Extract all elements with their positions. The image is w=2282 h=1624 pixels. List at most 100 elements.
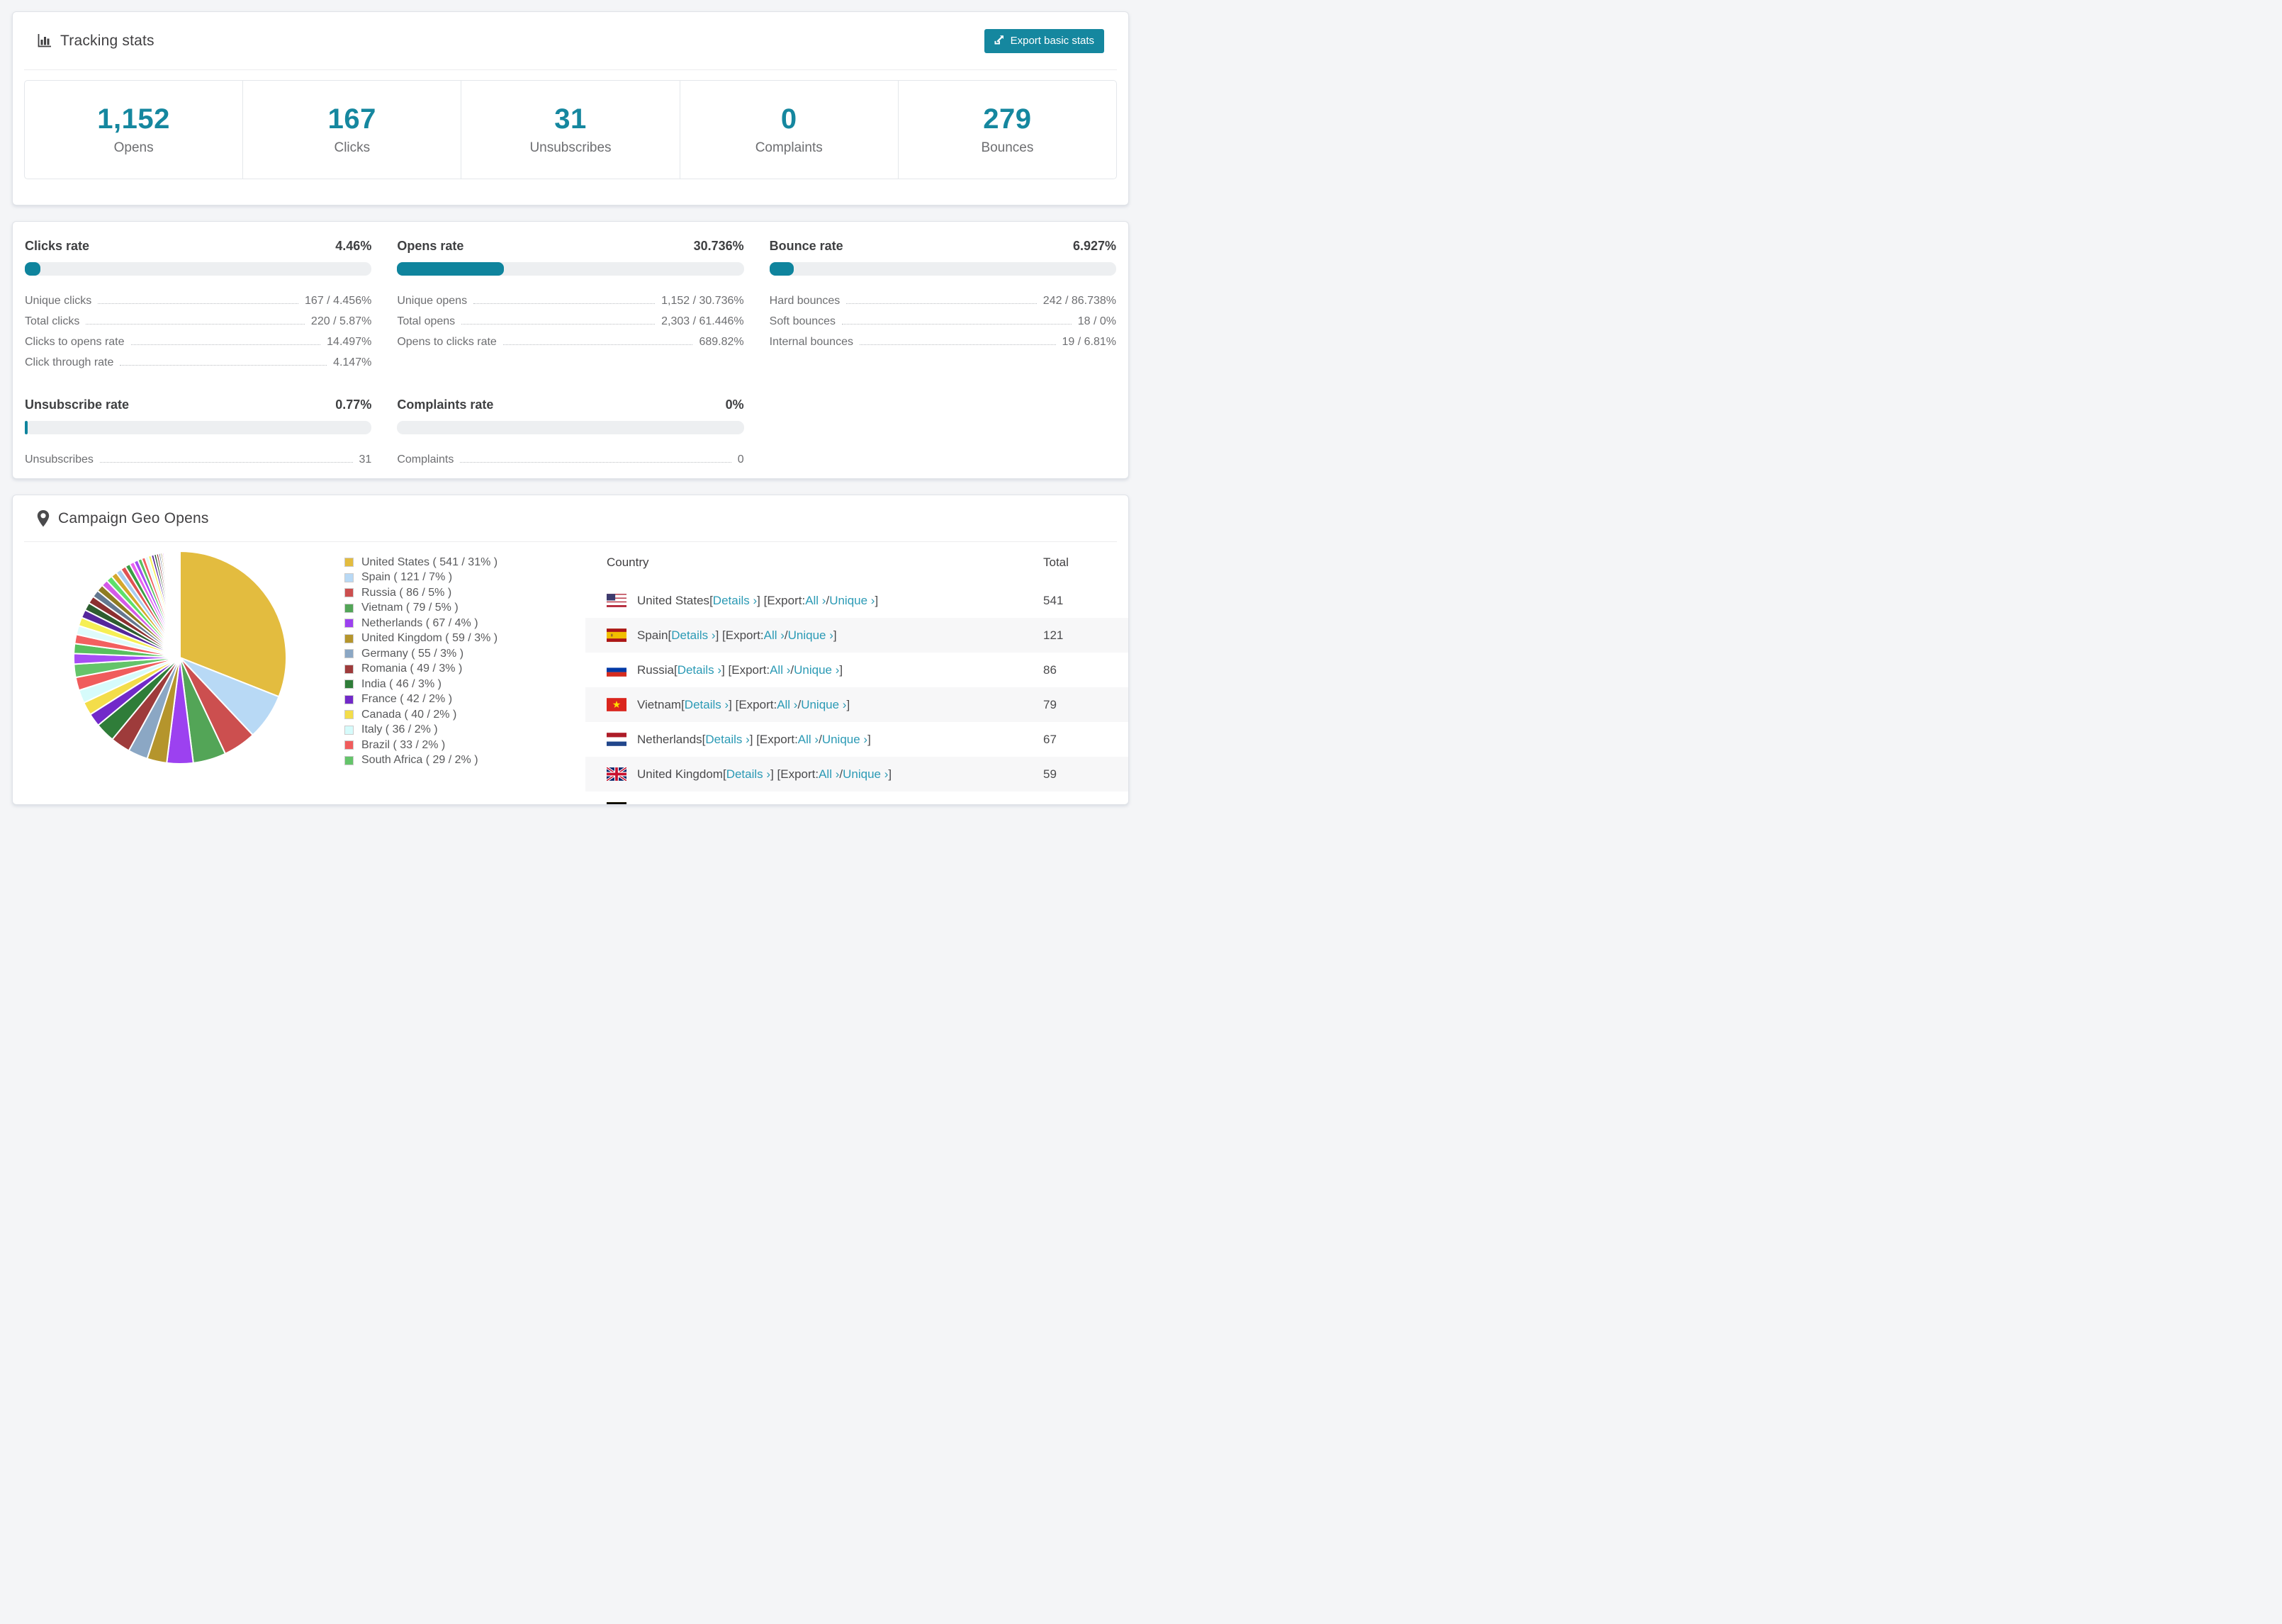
stat-card: 31 Unsubscribes bbox=[461, 81, 680, 179]
rate-detail-label: Unsubscribes bbox=[25, 453, 94, 466]
export-unique-link[interactable]: Unique › bbox=[829, 594, 875, 608]
export-unique-link[interactable]: Unique › bbox=[822, 733, 867, 747]
legend-item[interactable]: Germany ( 55 / 3% ) bbox=[344, 646, 585, 662]
export-all-link[interactable]: All › bbox=[819, 767, 839, 782]
country-total: 541 bbox=[1043, 593, 1064, 607]
legend-item[interactable]: Canada ( 40 / 2% ) bbox=[344, 707, 585, 723]
details-link[interactable]: Details › bbox=[690, 802, 734, 805]
total-column-header: Total bbox=[1043, 556, 1069, 569]
rate-detail-label: Total opens bbox=[397, 315, 456, 327]
geo-table-body: United States [Details ›] [Export: All ›… bbox=[585, 583, 1128, 805]
progress-bar bbox=[397, 262, 744, 276]
export-unique-link[interactable]: Unique › bbox=[794, 663, 839, 677]
country-total: 121 bbox=[1043, 628, 1064, 642]
rate-title: Unsubscribe rate bbox=[25, 397, 130, 412]
stat-label: Clicks bbox=[334, 140, 371, 155]
progress-bar-fill bbox=[25, 262, 40, 276]
geo-title: Campaign Geo Opens bbox=[58, 509, 209, 526]
legend-label: Vietnam ( 79 / 5% ) bbox=[361, 602, 459, 614]
rate-detail-value: 14.497% bbox=[327, 336, 372, 348]
export-all-link[interactable]: All › bbox=[798, 733, 819, 747]
dotted-leader bbox=[846, 303, 1037, 304]
geo-title-wrap: Campaign Geo Opens bbox=[37, 509, 209, 527]
export-all-link[interactable]: All › bbox=[782, 802, 803, 805]
geo-opens-pie-chart[interactable]: United StatesSpainRussiaVietnamNetherlan… bbox=[72, 549, 288, 766]
export-all-link[interactable]: All › bbox=[777, 698, 797, 712]
legend-item[interactable]: France ( 42 / 2% ) bbox=[344, 692, 585, 708]
rate-detail-row: Unique clicks 167 / 4.456% bbox=[25, 287, 371, 308]
legend-swatch bbox=[344, 710, 354, 720]
export-unique-link[interactable]: Unique › bbox=[788, 628, 833, 643]
dotted-leader bbox=[130, 344, 321, 345]
rate-detail-label: Complaints bbox=[397, 453, 454, 466]
country-name: Netherlands bbox=[637, 732, 702, 746]
dotted-leader bbox=[120, 365, 327, 366]
legend-swatch bbox=[344, 649, 354, 659]
details-link[interactable]: Details › bbox=[705, 733, 749, 747]
country-total: 79 bbox=[1043, 697, 1057, 711]
details-link[interactable]: Details › bbox=[713, 594, 757, 608]
stat-card: 167 Clicks bbox=[243, 81, 462, 179]
legend-item[interactable]: Romania ( 49 / 3% ) bbox=[344, 662, 585, 677]
legend-item[interactable]: India ( 46 / 3% ) bbox=[344, 677, 585, 692]
rate-detail-label: Internal bounces bbox=[769, 336, 853, 348]
rates-card: Clicks rate 4.46% Unique clicks 167 / 4.… bbox=[12, 221, 1129, 479]
stat-value: 0 bbox=[780, 103, 797, 135]
rate-detail-value: 689.82% bbox=[699, 336, 744, 348]
export-all-link[interactable]: All › bbox=[805, 594, 826, 608]
legend-swatch bbox=[344, 603, 354, 613]
rate-detail-value: 18 / 0% bbox=[1077, 315, 1116, 327]
legend-item[interactable]: Netherlands ( 67 / 4% ) bbox=[344, 616, 585, 631]
legend-swatch bbox=[344, 680, 354, 689]
country-flag bbox=[607, 802, 626, 804]
rate-detail-label: Total clicks bbox=[25, 315, 80, 327]
export-unique-link[interactable]: Unique › bbox=[843, 767, 888, 782]
legend-item[interactable]: Brazil ( 33 / 2% ) bbox=[344, 738, 585, 753]
legend-label: Spain ( 121 / 7% ) bbox=[361, 571, 453, 584]
rate-detail-label: Opens to clicks rate bbox=[397, 336, 497, 348]
geo-content: United States Spain Russia Vietnam Netherlan… bbox=[13, 542, 1128, 805]
progress-bar bbox=[769, 262, 1116, 276]
legend-swatch bbox=[344, 619, 354, 628]
details-link[interactable]: Details › bbox=[671, 628, 715, 643]
rate-value: 30.736% bbox=[693, 239, 744, 253]
table-row: United Kingdom [Details ›] [Export: All … bbox=[585, 757, 1128, 791]
rate-detail-row: Unsubscribes 31 bbox=[25, 446, 371, 466]
page-title: Tracking stats bbox=[60, 32, 154, 49]
country-column-header: Country bbox=[607, 556, 649, 569]
rate-detail-row: Complaints 0 bbox=[397, 446, 743, 466]
legend-label: France ( 42 / 2% ) bbox=[361, 693, 453, 706]
legend-item[interactable]: United States ( 541 / 31% ) bbox=[344, 555, 585, 570]
legend-item[interactable]: South Africa ( 29 / 2% ) bbox=[344, 753, 585, 769]
details-link[interactable]: Details › bbox=[726, 767, 770, 782]
progress-bar-fill bbox=[397, 262, 504, 276]
legend-swatch bbox=[344, 725, 354, 735]
rate-block: Bounce rate 6.927% Hard bounces 242 / 86… bbox=[769, 239, 1116, 369]
rates-grid: Clicks rate 4.46% Unique clicks 167 / 4.… bbox=[13, 222, 1128, 478]
export-basic-stats-button[interactable]: Export basic stats bbox=[984, 28, 1104, 53]
legend-label: United States ( 541 / 31% ) bbox=[361, 556, 498, 568]
legend-item[interactable]: Spain ( 121 / 7% ) bbox=[344, 570, 585, 586]
legend-label: India ( 46 / 3% ) bbox=[361, 677, 442, 690]
rate-detail-row: Opens to clicks rate 689.82% bbox=[397, 328, 743, 349]
rate-detail-row: Soft bounces 18 / 0% bbox=[770, 308, 1116, 328]
export-unique-link[interactable]: Unique › bbox=[806, 802, 852, 805]
dotted-leader bbox=[502, 344, 693, 345]
progress-bar bbox=[397, 421, 744, 434]
legend-item[interactable]: Vietnam ( 79 / 5% ) bbox=[344, 601, 585, 616]
legend-item[interactable]: Italy ( 36 / 2% ) bbox=[344, 723, 585, 738]
rate-detail-value: 2,303 / 61.446% bbox=[661, 315, 744, 327]
tracking-stats-header: Tracking stats Export basic stats bbox=[24, 12, 1117, 70]
geo-table-header: Country Total bbox=[585, 542, 1128, 583]
progress-bar bbox=[25, 262, 372, 276]
details-link[interactable]: Details › bbox=[678, 663, 721, 677]
export-all-link[interactable]: All › bbox=[764, 628, 785, 643]
country-flag bbox=[607, 594, 626, 607]
rate-detail-value: 220 / 5.87% bbox=[310, 315, 372, 327]
rate-detail-label: Soft bounces bbox=[769, 315, 836, 327]
legend-item[interactable]: Russia ( 86 / 5% ) bbox=[344, 585, 585, 601]
export-unique-link[interactable]: Unique › bbox=[801, 698, 846, 712]
details-link[interactable]: Details › bbox=[685, 698, 729, 712]
export-all-link[interactable]: All › bbox=[770, 663, 790, 677]
legend-item[interactable]: United Kingdom ( 59 / 3% ) bbox=[344, 631, 585, 647]
